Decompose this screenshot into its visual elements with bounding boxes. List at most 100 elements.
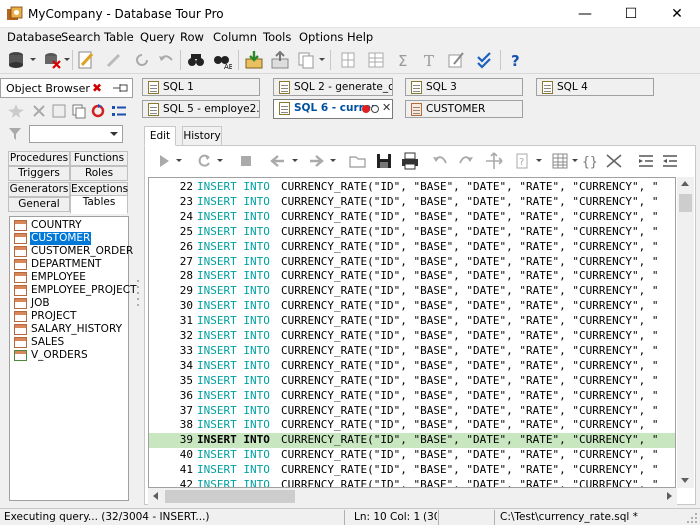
code-line[interactable]: 40 INSERT INTO CURRENCY_RATE("ID", "BASE",… — [149, 448, 675, 463]
chevron-down-icon[interactable] — [217, 159, 223, 162]
run-icon[interactable] — [154, 151, 174, 171]
forward-icon[interactable] — [306, 151, 326, 171]
disconnect-database-icon[interactable] — [42, 50, 62, 70]
delete-icon[interactable] — [31, 103, 47, 119]
copy-icon[interactable] — [296, 50, 316, 70]
code-line[interactable]: 30 INSERT INTO CURRENCY_RATE("ID", "BASE",… — [149, 299, 675, 314]
tab-sql-3[interactable]: SQL 3 — [405, 78, 523, 96]
scroll-down-icon[interactable] — [681, 478, 689, 483]
code-line[interactable]: 23 INSERT INTO CURRENCY_RATE("ID", "BASE",… — [149, 195, 675, 210]
list-item-salary-history[interactable]: SALARY_HISTORY — [12, 323, 128, 336]
database-icon[interactable] — [6, 50, 26, 70]
table-icon[interactable] — [366, 50, 386, 70]
list-item-customer[interactable]: CUSTOMER — [12, 232, 128, 245]
tab-edit[interactable]: Edit — [144, 126, 176, 146]
run-step-icon[interactable] — [194, 151, 214, 171]
list-item-employee-project[interactable]: EMPLOYEE_PROJECT — [12, 284, 137, 297]
text-icon[interactable]: T — [420, 50, 440, 70]
code-line[interactable]: 31 INSERT INTO CURRENCY_RATE("ID", "BASE",… — [149, 314, 675, 329]
code-line[interactable]: 36 INSERT INTO CURRENCY_RATE("ID", "BASE",… — [149, 389, 675, 404]
code-line[interactable]: 34 INSERT INTO CURRENCY_RATE("ID", "BASE",… — [149, 359, 675, 374]
scroll-right-icon[interactable] — [667, 492, 672, 500]
maximize-button[interactable]: ☐ — [608, 0, 654, 28]
chevron-down-icon[interactable] — [319, 58, 325, 61]
menu-table[interactable]: Table — [104, 30, 134, 44]
stop-icon[interactable] — [236, 151, 256, 171]
tab-tables[interactable]: Tables — [70, 195, 128, 214]
vertical-scroll-thumb[interactable] — [679, 194, 692, 212]
code-line[interactable]: 35 INSERT INTO CURRENCY_RATE("ID", "BASE",… — [149, 374, 675, 389]
undo-icon[interactable] — [156, 50, 176, 70]
chevron-down-icon[interactable] — [330, 159, 336, 162]
chevron-down-icon[interactable] — [176, 159, 182, 162]
braces-icon[interactable]: {} — [580, 151, 600, 171]
scroll-left-icon[interactable] — [153, 492, 158, 500]
tab-roles[interactable]: Roles — [70, 166, 128, 181]
find-icon[interactable] — [186, 50, 206, 70]
tab-generators[interactable]: Generators — [8, 182, 70, 197]
code-line[interactable]: 37 INSERT INTO CURRENCY_RATE("ID", "BASE",… — [149, 404, 675, 419]
code-line[interactable]: 38 INSERT INTO CURRENCY_RATE("ID", "BASE",… — [149, 418, 675, 433]
close-button[interactable]: ✕ — [654, 0, 700, 28]
chevron-down-icon[interactable] — [64, 58, 70, 61]
list-item-customer-order[interactable]: CUSTOMER_ORDER — [12, 245, 133, 258]
open-folder-icon[interactable] — [348, 151, 368, 171]
sum-icon[interactable]: Σ — [394, 50, 414, 70]
tab-customer[interactable]: CUSTOMER — [405, 100, 523, 118]
chevron-down-icon[interactable] — [30, 58, 36, 61]
close-tab-icon[interactable]: ✕ — [382, 100, 391, 116]
tab-sql-1[interactable]: SQL 1 — [142, 78, 260, 96]
scroll-up-icon[interactable] — [681, 181, 689, 186]
replace-icon[interactable]: AB — [212, 50, 232, 70]
minimize-button[interactable]: — — [562, 0, 608, 28]
menu-tools[interactable]: Tools — [263, 30, 291, 44]
list-item-sales[interactable]: SALES — [12, 336, 128, 349]
chevron-down-icon[interactable] — [536, 159, 542, 162]
refresh-icon[interactable] — [132, 50, 152, 70]
redo-icon[interactable] — [456, 151, 476, 171]
tab-sql-5[interactable]: SQL 5 - employe2.sql — [142, 100, 260, 118]
filter-icon[interactable] — [8, 126, 22, 142]
menu-query[interactable]: Query — [140, 30, 175, 44]
list-item-v-orders[interactable]: V_ORDERS — [12, 349, 128, 362]
tab-sql-2[interactable]: SQL 2 - generate_ca... — [273, 78, 393, 96]
grid-icon[interactable] — [550, 151, 570, 171]
close-icon[interactable]: ✖ — [92, 81, 102, 95]
edit-query-icon[interactable] — [76, 50, 96, 70]
sql-code-editor[interactable]: 22 INSERT INTO CURRENCY_RATE("ID", "BASE",… — [148, 177, 676, 488]
save-icon[interactable] — [374, 151, 394, 171]
tab-general[interactable]: General — [8, 197, 70, 212]
list-item-job[interactable]: JOB — [12, 297, 128, 310]
code-line[interactable]: 24 INSERT INTO CURRENCY_RATE("ID", "BASE",… — [149, 210, 675, 225]
code-line[interactable]: 33 INSERT INTO CURRENCY_RATE("ID", "BASE",… — [149, 344, 675, 359]
pin-icon[interactable] — [111, 82, 131, 95]
code-line[interactable]: 42 INSERT INTO CURRENCY_RATE("ID", "BASE",… — [149, 478, 675, 487]
copy-object-icon[interactable] — [71, 103, 87, 119]
menu-row[interactable]: Row — [180, 30, 204, 44]
menu-column[interactable]: Column — [213, 30, 257, 44]
list-item-country[interactable]: COUNTRY — [12, 219, 128, 232]
refresh-icon[interactable] — [90, 103, 106, 119]
tab-sql-4[interactable]: SQL 4 — [536, 78, 654, 96]
horizontal-scroll-thumb[interactable] — [165, 490, 295, 503]
code-line[interactable]: 28 INSERT INTO CURRENCY_RATE("ID", "BASE",… — [149, 269, 675, 284]
code-line[interactable]: 29 INSERT INTO CURRENCY_RATE("ID", "BASE",… — [149, 284, 675, 299]
list-item-department[interactable]: DEPARTMENT — [12, 258, 128, 271]
undo-icon[interactable] — [430, 151, 450, 171]
help-icon[interactable]: ? — [506, 50, 526, 70]
comment-icon[interactable] — [604, 151, 624, 171]
edit-grid-icon[interactable] — [446, 50, 466, 70]
list-item-employee[interactable]: EMPLOYEE — [12, 271, 128, 284]
menu-search[interactable]: Search — [61, 30, 101, 44]
code-line[interactable]: 41 INSERT INTO CURRENCY_RATE("ID", "BASE",… — [149, 463, 675, 478]
export-icon[interactable] — [270, 50, 290, 70]
structure-icon[interactable] — [338, 50, 358, 70]
parameters-icon[interactable]: ? — [512, 151, 532, 171]
tab-history[interactable]: History — [182, 126, 222, 146]
code-line[interactable]: 26 INSERT INTO CURRENCY_RATE("ID", "BASE",… — [149, 240, 675, 255]
code-line[interactable]: 22 INSERT INTO CURRENCY_RATE("ID", "BASE",… — [149, 180, 675, 195]
list-item-project[interactable]: PROJECT — [12, 310, 128, 323]
list-view-icon[interactable] — [110, 103, 128, 119]
code-line[interactable]: 39 INSERT INTO CURRENCY_RATE("ID", "BASE",… — [149, 433, 675, 449]
code-line[interactable]: 25 INSERT INTO CURRENCY_RATE("ID", "BASE",… — [149, 225, 675, 240]
